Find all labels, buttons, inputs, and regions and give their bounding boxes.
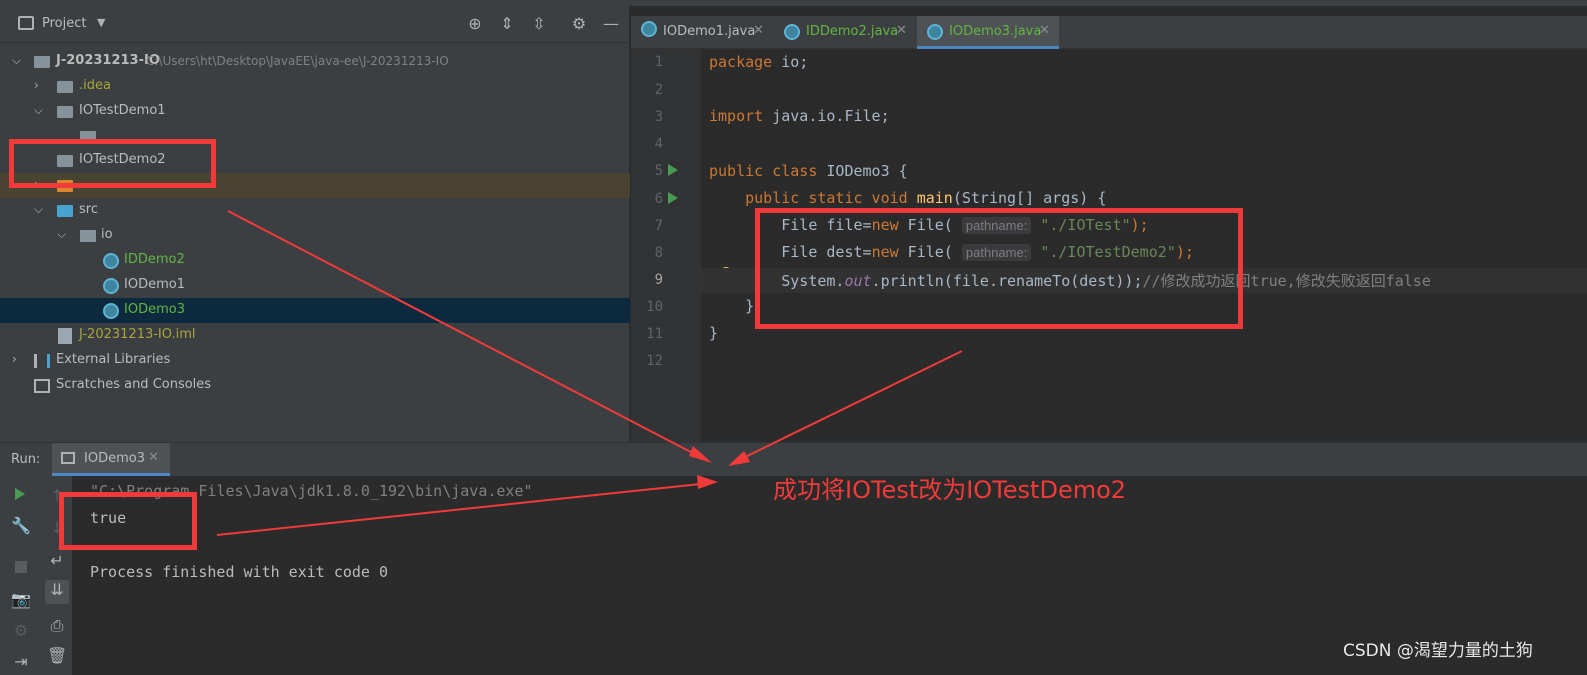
annotation-arrow bbox=[734, 350, 963, 463]
annotation-arrow bbox=[216, 482, 711, 536]
watermark: CSDN @渴望力量的土狗 bbox=[1343, 641, 1533, 661]
annotation-arrowhead bbox=[728, 451, 750, 466]
annotation-arrow bbox=[227, 210, 709, 462]
annotation-arrowhead bbox=[689, 446, 712, 463]
annotation-arrowhead bbox=[697, 475, 718, 489]
annotation-text: 成功将IOTest改为IOTestDemo2 bbox=[773, 476, 1127, 504]
annotation-arrows bbox=[216, 210, 963, 536]
